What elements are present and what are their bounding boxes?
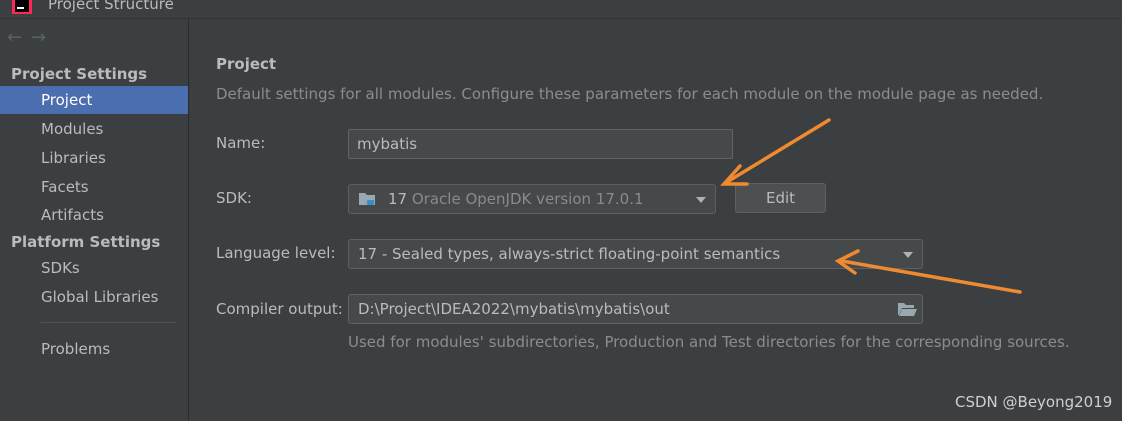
sidebar-item-artifacts[interactable]: Artifacts (0, 201, 188, 229)
arrow-right-icon[interactable]: → (31, 28, 55, 48)
compiler-output-path: D:\Project\IDEA2022\mybatis\mybatis\out (358, 300, 670, 318)
sidebar-item-modules[interactable]: Modules (0, 115, 188, 143)
chevron-down-icon (696, 197, 706, 203)
chevron-down-icon (903, 252, 913, 258)
history-navigation: ← → (7, 28, 55, 48)
sdk-combobox[interactable]: 17 Oracle OpenJDK version 17.0.1 (348, 184, 716, 214)
sdk-description: Oracle OpenJDK version 17.0.1 (411, 190, 644, 208)
project-settings-panel: Project Default settings for all modules… (189, 19, 1122, 421)
project-name-input[interactable] (348, 129, 733, 159)
sdk-version: 17 (388, 190, 408, 208)
language-level-value: 17 - Sealed types, always-strict floatin… (358, 245, 781, 263)
arrow-left-icon[interactable]: ← (7, 28, 31, 48)
watermark: CSDN @Beyong2019 (955, 393, 1113, 411)
sidebar-item-problems[interactable]: Problems (0, 335, 188, 363)
compiler-output-label: Compiler output: (216, 300, 343, 318)
compiler-output-field[interactable]: D:\Project\IDEA2022\mybatis\mybatis\out (348, 294, 923, 324)
window-title: Project Structure (48, 0, 174, 13)
page-description: Default settings for all modules. Config… (216, 85, 1044, 103)
name-label: Name: (216, 134, 266, 152)
compiler-output-hint: Used for modules' subdirectories, Produc… (348, 333, 1070, 351)
sidebar-item-project[interactable]: Project (0, 86, 188, 114)
jdk-folder-icon (359, 193, 375, 205)
intellij-logo-icon (12, 0, 32, 14)
sidebar-divider (41, 322, 176, 323)
sidebar-item-facets[interactable]: Facets (0, 173, 188, 201)
section-header-platform-settings: Platform Settings (11, 233, 161, 251)
sidebar-item-sdks[interactable]: SDKs (0, 254, 188, 282)
sdk-label: SDK: (216, 189, 252, 207)
sidebar: ← → Project Settings Project Modules Libr… (0, 19, 189, 421)
sdk-edit-button[interactable]: Edit (735, 183, 826, 213)
language-level-combobox[interactable]: 17 - Sealed types, always-strict floatin… (348, 239, 923, 269)
language-level-label: Language level: (216, 244, 336, 262)
page-title: Project (216, 55, 277, 73)
title-bar: Project Structure (0, 0, 1122, 19)
sidebar-item-global-libraries[interactable]: Global Libraries (0, 283, 188, 311)
section-header-project-settings: Project Settings (11, 65, 148, 83)
sidebar-item-libraries[interactable]: Libraries (0, 144, 188, 172)
folder-open-icon[interactable] (896, 300, 918, 318)
